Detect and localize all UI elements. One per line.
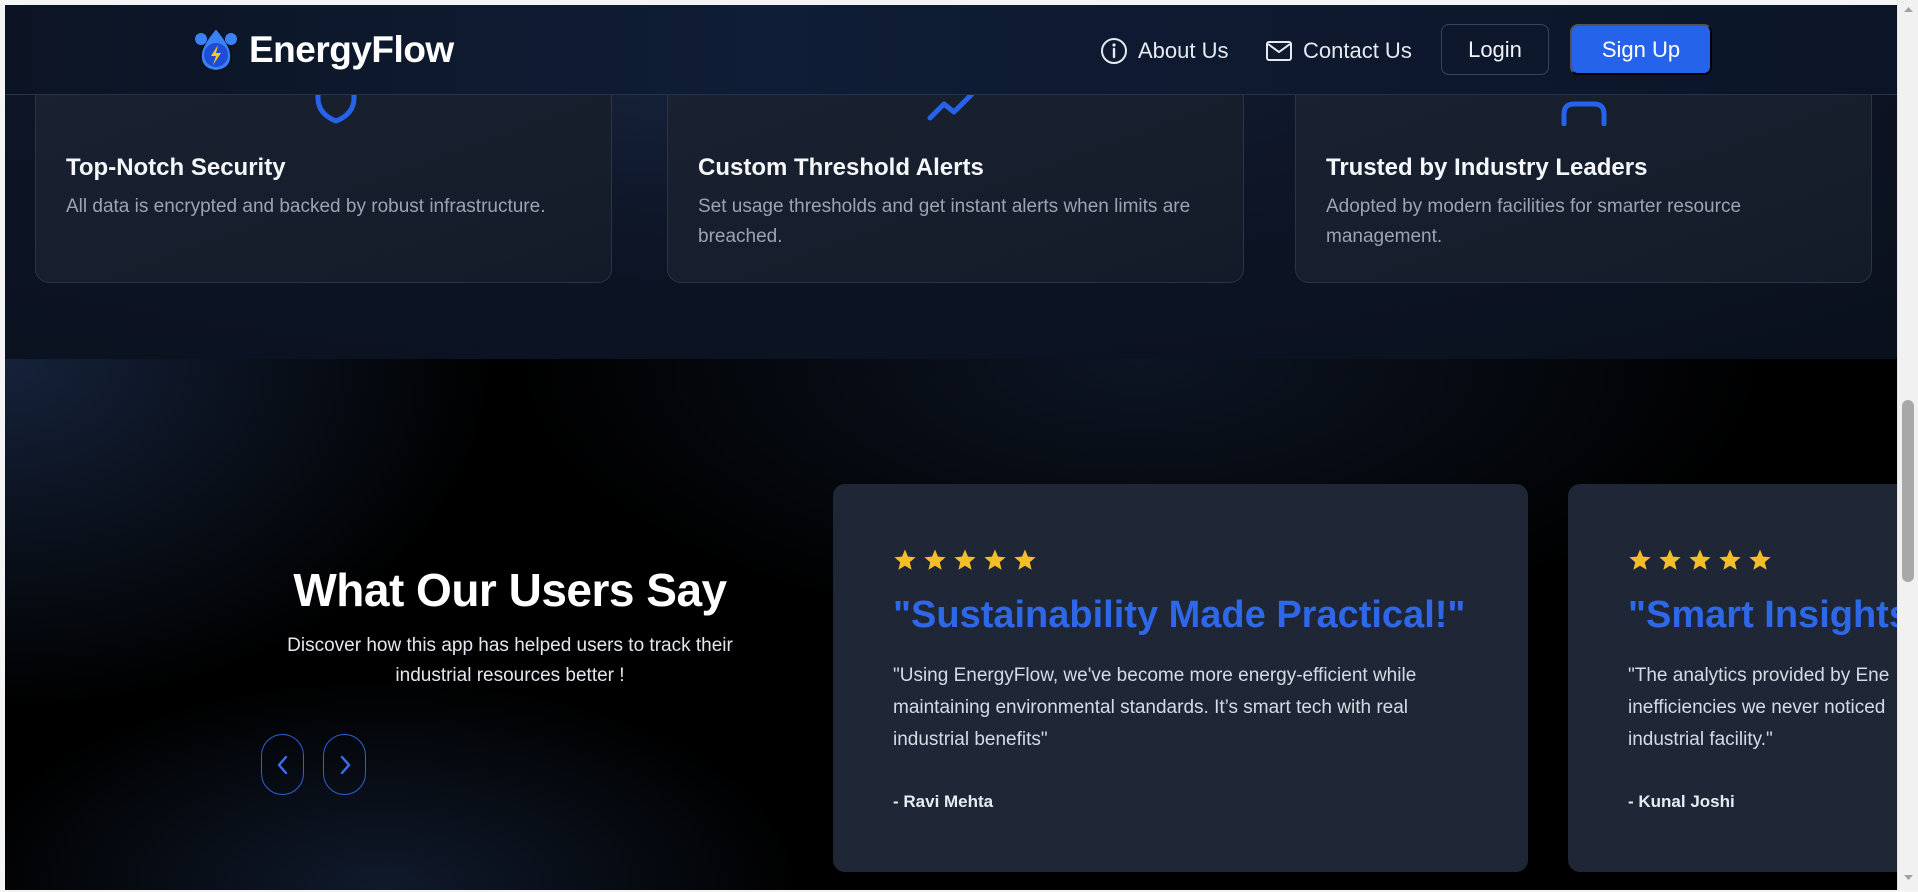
star-icon [1629, 549, 1651, 570]
testimonial-author: - Kunal Joshi [1628, 792, 1735, 811]
feature-card-trusted: Trusted by Industry Leaders Adopted by m… [1295, 65, 1872, 283]
testimonial-author: - Ravi Mehta [893, 792, 994, 811]
page-viewport: Top-Notch Security All data is encrypted… [5, 5, 1897, 890]
star-rating [1628, 548, 1772, 572]
scrollbar-thumb[interactable] [1902, 400, 1914, 582]
scroll-up-icon[interactable] [1903, 4, 1914, 15]
testimonial-quote: "The analytics provided by Ene inefficie… [1628, 665, 1890, 750]
star-icon [1749, 549, 1771, 570]
nav-about-us[interactable]: About Us [1100, 37, 1229, 65]
nav-label: About Us [1138, 38, 1229, 63]
scroll-down-icon[interactable] [1903, 872, 1914, 883]
signup-button[interactable]: Sign Up [1570, 24, 1712, 75]
feature-description: Set usage thresholds and get instant ale… [698, 196, 1191, 247]
vertical-scrollbar[interactable] [1897, 0, 1918, 892]
testimonials-section: What Our Users Say Discover how this app… [5, 359, 1897, 890]
star-icon [954, 549, 976, 570]
mail-icon [1266, 41, 1292, 61]
chevron-left-icon [277, 755, 287, 774]
star-icon [1014, 549, 1036, 570]
section-subheading: Discover how this app has helped users t… [287, 635, 733, 686]
section-heading: What Our Users Say [293, 564, 727, 616]
feature-title: Custom Threshold Alerts [698, 154, 984, 181]
star-rating [893, 548, 1037, 572]
login-button[interactable]: Login [1441, 24, 1549, 75]
chevron-right-icon [340, 755, 350, 774]
star-icon [1719, 549, 1741, 570]
testimonial-title: "Sustainability Made Practical!" [893, 594, 1466, 636]
feature-card-security: Top-Notch Security All data is encrypted… [35, 65, 612, 283]
star-icon [984, 549, 1006, 570]
prev-testimonial-button[interactable] [261, 734, 304, 795]
info-icon [1101, 38, 1127, 64]
testimonial-title: "Smart Insights [1628, 594, 1897, 636]
site-header: EnergyFlow About Us Contact Us Login Sig… [5, 5, 1897, 95]
brand[interactable]: EnergyFlow [191, 25, 454, 75]
testimonial-card: "Sustainability Made Practical!" "Using … [833, 484, 1528, 872]
logo-icon [195, 26, 237, 73]
feature-description: All data is encrypted and backed by robu… [66, 196, 546, 217]
star-icon [894, 549, 916, 570]
feature-title: Trusted by Industry Leaders [1326, 154, 1648, 181]
feature-description: Adopted by modern facilities for smarter… [1326, 196, 1742, 247]
feature-title: Top-Notch Security [66, 154, 286, 181]
star-icon [1659, 549, 1681, 570]
testimonial-quote: "Using EnergyFlow, we've become more ene… [893, 665, 1417, 750]
testimonial-card: "Smart Insights "The analytics provided … [1568, 484, 1897, 872]
star-icon [924, 549, 946, 570]
star-icon [1689, 549, 1711, 570]
next-testimonial-button[interactable] [323, 734, 366, 795]
feature-card-alerts: Custom Threshold Alerts Set usage thresh… [667, 65, 1244, 283]
nav-label: Contact Us [1303, 38, 1412, 63]
brand-name: EnergyFlow [249, 29, 454, 70]
nav-contact-us[interactable]: Contact Us [1265, 37, 1412, 65]
